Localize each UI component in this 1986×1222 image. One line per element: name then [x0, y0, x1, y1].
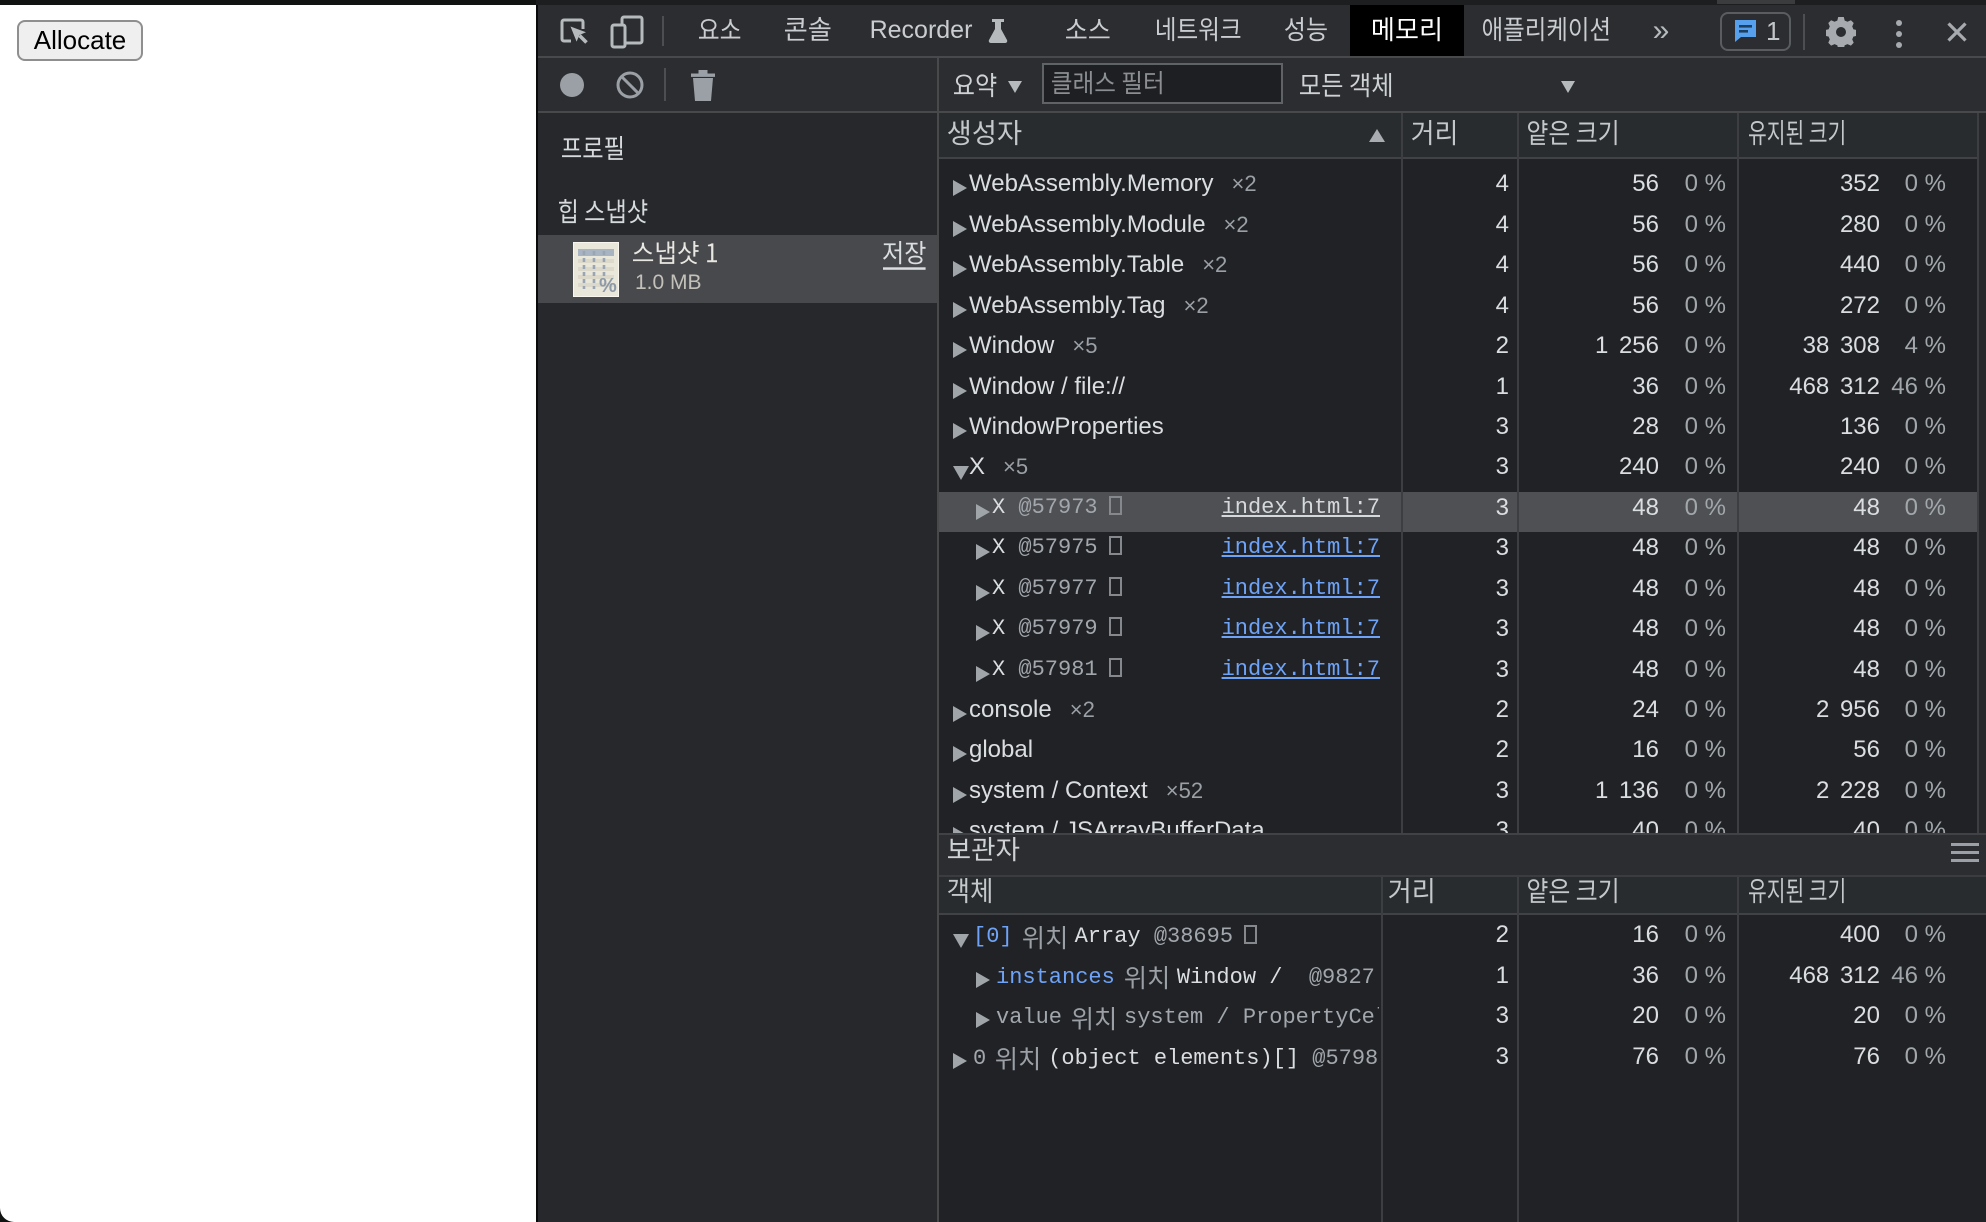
svg-text:%: % [599, 275, 617, 297]
